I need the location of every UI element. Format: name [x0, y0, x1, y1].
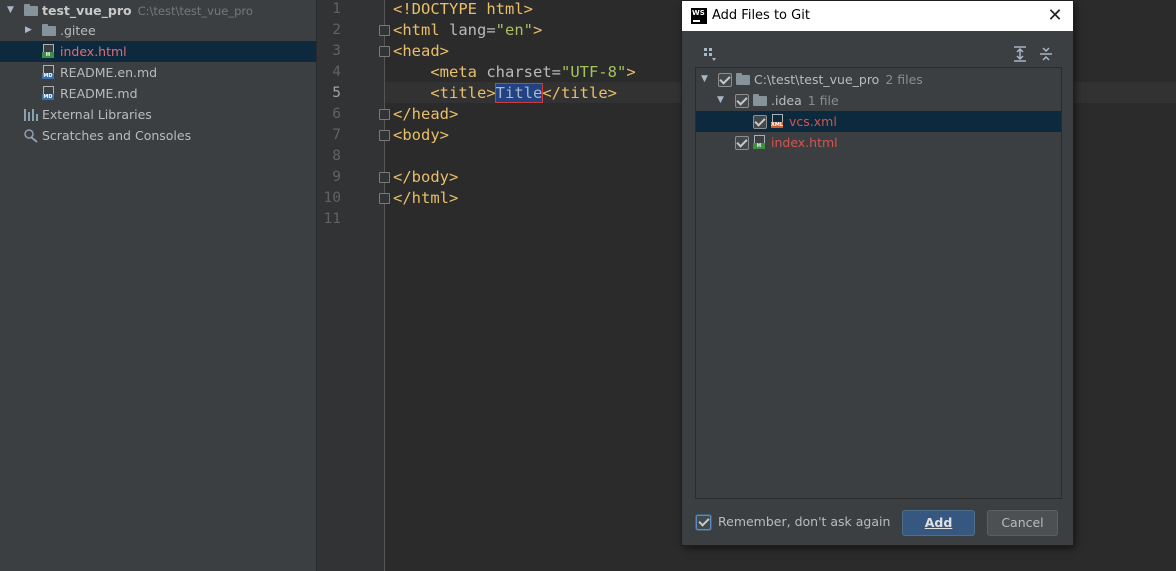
- tree-idea-label: .idea: [771, 93, 802, 108]
- folder-icon: [42, 24, 56, 36]
- fold-marker-icon[interactable]: [379, 46, 390, 57]
- project-panel: ▼ test_vue_pro C:\test\test_vue_pro ▶ .gi…: [0, 0, 316, 571]
- library-icon: [24, 109, 38, 121]
- line-number: 10: [323, 190, 341, 206]
- tree-row-vcs-xml[interactable]: XML vcs.xml: [696, 111, 1061, 132]
- fold-marker-icon[interactable]: [379, 109, 390, 120]
- tree-row-index-html[interactable]: H index.html: [696, 132, 1061, 153]
- code-line-3: <head>: [393, 42, 449, 60]
- project-item-readme[interactable]: MD README.md: [0, 83, 316, 104]
- markdown-file-icon: MD: [42, 65, 54, 79]
- root-checkbox[interactable]: [718, 73, 732, 87]
- expanded-arrow-icon[interactable]: ▼: [7, 0, 14, 21]
- line-number: 6: [332, 106, 341, 122]
- fold-marker-icon[interactable]: [379, 172, 390, 183]
- code-line-10: </html>: [393, 189, 459, 207]
- tree-vcs-label: vcs.xml: [789, 114, 837, 129]
- line-number: 3: [332, 43, 341, 59]
- project-item-label: .gitee: [60, 23, 96, 38]
- line-number: 7: [332, 127, 341, 143]
- project-root-path: C:\test\test_vue_pro: [137, 4, 253, 18]
- project-item-label: index.html: [60, 44, 127, 59]
- webstorm-logo-icon: WS: [691, 8, 707, 24]
- code-line-2: <html lang="en">: [393, 21, 543, 39]
- collapsed-arrow-icon[interactable]: ▶: [25, 20, 32, 41]
- project-root-row[interactable]: ▼ test_vue_pro C:\test\test_vue_pro: [0, 0, 316, 21]
- project-item-external-libraries[interactable]: External Libraries: [0, 104, 316, 125]
- idea-checkbox[interactable]: [735, 94, 749, 108]
- line-number: 2: [332, 22, 341, 38]
- close-icon[interactable]: ✕: [1045, 6, 1065, 26]
- markdown-file-icon: MD: [42, 86, 54, 100]
- line-number: 5: [332, 85, 341, 101]
- external-libraries-label: External Libraries: [42, 107, 152, 122]
- dialog-title-bar[interactable]: WS Add Files to Git ✕: [682, 1, 1073, 31]
- project-root-name: test_vue_pro: [42, 3, 132, 18]
- group-by-icon[interactable]: [703, 47, 719, 63]
- expanded-arrow-icon[interactable]: ▼: [701, 69, 708, 90]
- project-item-scratches[interactable]: Scratches and Consoles: [0, 125, 316, 146]
- line-number: 1: [332, 1, 341, 17]
- code-line-7: <body>: [393, 126, 449, 144]
- scratches-icon: [24, 128, 38, 143]
- cancel-button[interactable]: Cancel: [987, 510, 1058, 536]
- file-tree: ▼ C:\test\test_vue_pro 2 files ▼ .idea 1 f…: [695, 67, 1062, 499]
- fold-marker-icon[interactable]: [379, 193, 390, 204]
- dialog-title: Add Files to Git: [712, 8, 810, 23]
- line-number: 4: [332, 64, 341, 80]
- code-line-6: </head>: [393, 105, 459, 123]
- tree-row-root[interactable]: ▼ C:\test\test_vue_pro 2 files: [696, 69, 1061, 90]
- code-line-9: </body>: [393, 168, 459, 186]
- code-line-5: <title>Title</title>: [393, 83, 617, 103]
- expanded-arrow-icon[interactable]: ▼: [717, 90, 724, 111]
- remember-label[interactable]: Remember, don't ask again: [718, 513, 890, 531]
- project-item-readme-en[interactable]: MD README.en.md: [0, 62, 316, 83]
- project-item-label: README.md: [60, 86, 138, 101]
- html-file-icon: H: [753, 135, 765, 149]
- tree-idea-count: 1 file: [807, 93, 839, 108]
- scratches-label: Scratches and Consoles: [42, 128, 192, 143]
- expand-all-icon[interactable]: [1012, 46, 1028, 62]
- tree-index-label: index.html: [771, 135, 838, 150]
- folder-icon: [736, 73, 750, 85]
- fold-marker-icon[interactable]: [379, 130, 390, 141]
- remember-checkbox[interactable]: [696, 515, 711, 530]
- tree-root-count: 2 files: [885, 72, 923, 87]
- tree-row-idea[interactable]: ▼ .idea 1 file: [696, 90, 1061, 111]
- project-item-gitee[interactable]: ▶ .gitee: [0, 20, 316, 41]
- tree-root-label: C:\test\test_vue_pro: [754, 72, 880, 87]
- code-line-4: <meta charset="UTF-8">: [393, 63, 636, 81]
- code-line-1: <!DOCTYPE html>: [393, 0, 533, 18]
- index-html-checkbox[interactable]: [735, 136, 749, 150]
- selected-text: Title: [494, 83, 544, 103]
- line-number: 11: [323, 211, 341, 227]
- line-number: 8: [332, 148, 341, 164]
- collapse-all-icon[interactable]: [1038, 46, 1054, 62]
- line-number: 9: [332, 169, 341, 185]
- project-item-index-html[interactable]: H index.html: [0, 41, 316, 62]
- html-file-icon: H: [42, 44, 54, 58]
- add-files-dialog: WS Add Files to Git ✕ ▼ C:\test\test_vue…: [682, 1, 1073, 545]
- add-button[interactable]: Add: [902, 510, 975, 536]
- vcs-xml-checkbox[interactable]: [753, 115, 767, 129]
- xml-file-icon: XML: [771, 114, 783, 128]
- fold-marker-icon[interactable]: [379, 25, 390, 36]
- project-item-label: README.en.md: [60, 65, 158, 80]
- folder-icon: [24, 4, 38, 16]
- folder-icon: [753, 94, 767, 106]
